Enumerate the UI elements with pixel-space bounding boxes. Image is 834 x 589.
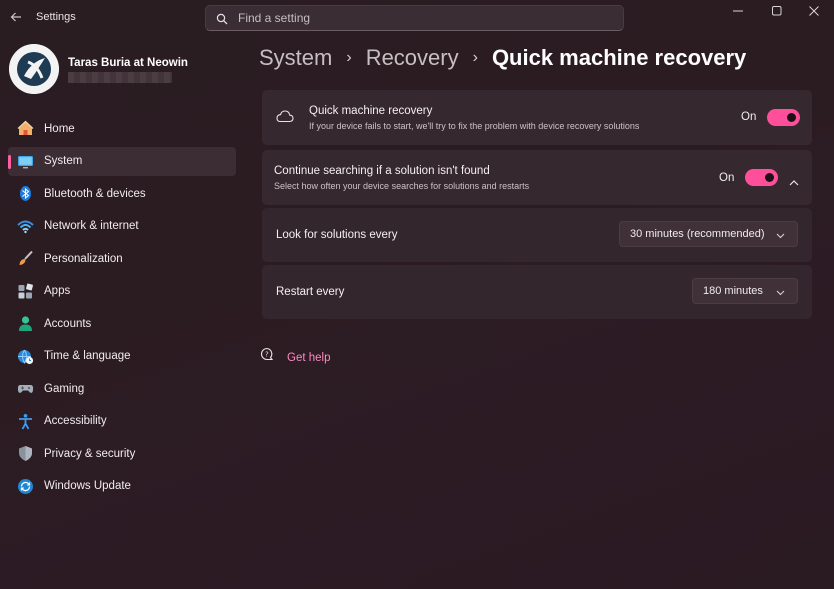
setting-label: Look for solutions every — [276, 229, 398, 241]
get-help-label: Get help — [287, 351, 331, 364]
sidebar-item-label: Windows Update — [44, 480, 131, 492]
maximize-icon — [772, 6, 782, 16]
svg-text:?: ? — [265, 351, 269, 359]
page-title: Quick machine recovery — [491, 45, 747, 70]
apps-icon — [16, 282, 34, 300]
toggle-state-label: On — [741, 111, 757, 123]
home-icon — [16, 120, 34, 138]
breadcrumb-system[interactable]: System — [259, 45, 332, 71]
cloud-icon — [276, 109, 294, 128]
breadcrumb: System › Recovery › Quick machine recove… — [259, 45, 746, 71]
restart-every-card: Restart every 180 minutes — [262, 265, 812, 319]
toggle-knob — [787, 113, 796, 122]
sidebar-item-label: Time & language — [44, 350, 131, 362]
active-indicator — [8, 154, 11, 169]
sidebar-item-home[interactable]: Home — [8, 114, 236, 143]
sidebar-item-privacy-security[interactable]: Privacy & security — [8, 439, 236, 468]
brush-icon — [16, 250, 34, 268]
sidebar-item-label: Privacy & security — [44, 447, 136, 460]
accessibility-icon — [16, 412, 34, 430]
sidebar-item-label: Personalization — [44, 252, 123, 265]
search-icon — [216, 12, 228, 25]
sidebar-item-label: Home — [44, 122, 75, 135]
sidebar-item-label: Apps — [44, 285, 71, 297]
sidebar-item-network[interactable]: Network & internet — [8, 212, 236, 241]
sidebar-item-personalization[interactable]: Personalization — [8, 244, 236, 273]
sidebar-item-apps[interactable]: Apps — [8, 277, 236, 306]
look-for-solutions-card: Look for solutions every 30 minutes (rec… — [262, 208, 812, 262]
chevron-up-icon[interactable] — [789, 173, 799, 191]
setting-title: Quick machine recovery — [309, 105, 433, 117]
setting-description: If your device fails to start, we'll try… — [309, 121, 640, 131]
minimize-button[interactable] — [718, 0, 758, 22]
app-title: Settings — [36, 11, 76, 23]
sidebar-item-bluetooth[interactable]: Bluetooth & devices — [8, 179, 236, 208]
close-icon — [809, 6, 819, 16]
chevron-right-icon: › — [472, 49, 478, 66]
sidebar-item-label: Bluetooth & devices — [44, 187, 146, 200]
help-chat-icon: ? — [260, 347, 276, 368]
chevron-right-icon: › — [346, 49, 352, 66]
gamepad-icon — [16, 380, 34, 398]
dropdown-value: 30 minutes (recommended) — [630, 228, 765, 240]
setting-description: Select how often your device searches fo… — [274, 181, 530, 191]
sidebar-item-accounts[interactable]: Accounts — [8, 309, 236, 338]
sidebar-nav: Home System Bluetooth & devices Network … — [8, 114, 236, 504]
sidebar-item-label: Accounts — [44, 317, 92, 330]
sidebar-item-system[interactable]: System — [8, 146, 236, 176]
arrow-left-icon — [10, 12, 21, 22]
title-bar: Settings — [0, 0, 834, 36]
dropdown-value: 180 minutes — [703, 285, 763, 297]
setting-label: Restart every — [276, 286, 345, 298]
sidebar-item-label: Network & internet — [44, 220, 139, 232]
bluetooth-icon — [16, 185, 34, 203]
toggle-knob — [765, 173, 774, 182]
avatar[interactable] — [9, 44, 59, 94]
search-input[interactable] — [238, 11, 598, 25]
restart-every-dropdown[interactable]: 180 minutes — [692, 278, 798, 304]
get-help-link[interactable]: ? Get help — [260, 347, 330, 368]
toggle-state-label: On — [719, 172, 735, 184]
accounts-icon — [16, 315, 34, 333]
sidebar-item-time-language[interactable]: Time & language — [8, 342, 236, 371]
chevron-down-icon — [776, 230, 785, 242]
sidebar-item-accessibility[interactable]: Accessibility — [8, 407, 236, 436]
shield-icon — [16, 445, 34, 463]
update-icon — [16, 477, 34, 495]
continue-searching-toggle[interactable] — [745, 169, 778, 186]
sidebar-item-label: Gaming — [44, 382, 85, 395]
globe-clock-icon — [16, 347, 34, 365]
wifi-icon — [16, 217, 34, 235]
close-button[interactable] — [794, 0, 834, 22]
quick-machine-recovery-card: Quick machine recovery If your device fa… — [262, 90, 812, 145]
neowin-logo-icon — [9, 44, 59, 94]
back-button[interactable] — [8, 9, 24, 25]
profile-email-redacted — [68, 72, 172, 83]
system-icon — [16, 152, 34, 170]
search-box[interactable] — [205, 5, 624, 31]
minimize-icon — [733, 10, 743, 12]
maximize-button[interactable] — [757, 0, 797, 22]
look-for-solutions-dropdown[interactable]: 30 minutes (recommended) — [619, 221, 798, 247]
breadcrumb-recovery[interactable]: Recovery — [366, 45, 459, 71]
continue-searching-card[interactable]: Continue searching if a solution isn't f… — [262, 150, 812, 205]
sidebar-item-label: System — [44, 155, 83, 167]
sidebar-item-gaming[interactable]: Gaming — [8, 374, 236, 403]
profile-name: Taras Buria at Neowin — [68, 57, 188, 69]
sidebar-item-label: Accessibility — [44, 415, 107, 427]
chevron-down-icon — [776, 287, 785, 299]
setting-title: Continue searching if a solution isn't f… — [274, 165, 490, 177]
quick-machine-recovery-toggle[interactable] — [767, 109, 800, 126]
sidebar-item-windows-update[interactable]: Windows Update — [8, 472, 236, 501]
